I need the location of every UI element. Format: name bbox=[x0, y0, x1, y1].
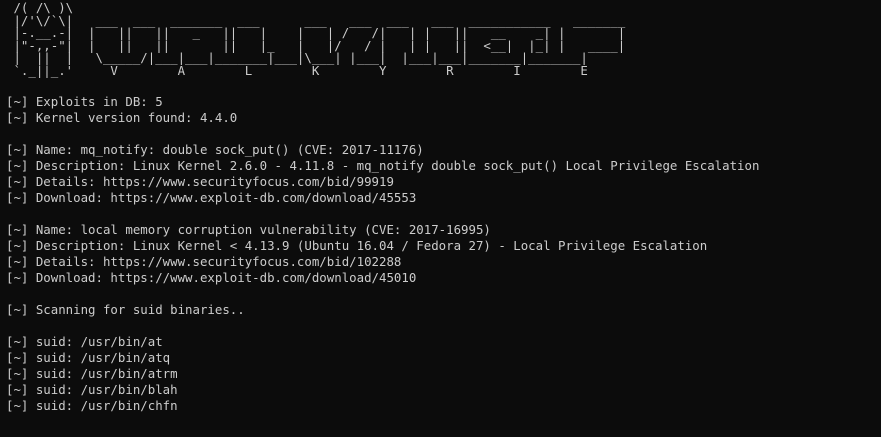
exploit-1-details: [~] Details: https://www.securityfocus.c… bbox=[6, 173, 394, 189]
output-blank bbox=[6, 318, 881, 334]
suid-entry: [~] suid: /usr/bin/at bbox=[6, 333, 163, 349]
exploits-count-line: [~] Exploits in DB: 5 bbox=[6, 93, 163, 109]
exploit-2-name: [~] Name: local memory corruption vulner… bbox=[6, 221, 491, 237]
suid-entry: [~] suid: /usr/bin/atrm bbox=[6, 365, 178, 381]
exploit-2-description: [~] Description: Linux Kernel < 4.13.9 (… bbox=[6, 237, 708, 253]
output-blank bbox=[6, 78, 881, 94]
output-blank bbox=[6, 206, 881, 222]
suid-entry: [~] suid: /usr/bin/atq bbox=[6, 349, 171, 365]
suid-scan-line: [~] Scanning for suid binaries.. bbox=[6, 301, 245, 317]
banner-line: `._||_.' V A L K Y R I E bbox=[6, 62, 588, 78]
suid-entry: [~] suid: /usr/bin/chfn bbox=[6, 397, 178, 413]
terminal-window[interactable]: /( /\ )\ |/'\/`\| ___ ___ _______ ___ __… bbox=[0, 0, 881, 437]
exploit-2-download: [~] Download: https://www.exploit-db.com… bbox=[6, 269, 417, 285]
exploit-1-description: [~] Description: Linux Kernel 2.6.0 - 4.… bbox=[6, 157, 760, 173]
output-blank bbox=[6, 126, 881, 142]
suid-entry: [~] suid: /usr/bin/blah bbox=[6, 381, 178, 397]
exploit-1-download: [~] Download: https://www.exploit-db.com… bbox=[6, 189, 417, 205]
exploit-1-name: [~] Name: mq_notify: double sock_put() (… bbox=[6, 141, 424, 157]
exploit-2-details: [~] Details: https://www.securityfocus.c… bbox=[6, 253, 402, 269]
output-blank bbox=[6, 286, 881, 302]
ascii-banner: /( /\ )\ |/'\/`\| ___ ___ _______ ___ __… bbox=[6, 1, 881, 78]
kernel-version-line: [~] Kernel version found: 4.4.0 bbox=[6, 109, 238, 125]
